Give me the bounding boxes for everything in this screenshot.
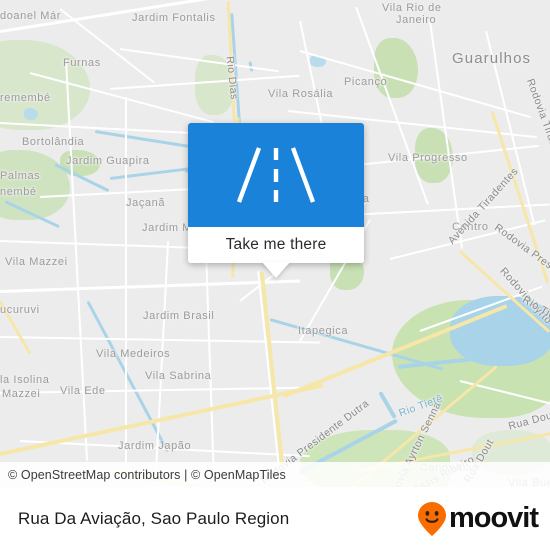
card-pointer-tail xyxy=(262,262,290,278)
map-place-label: remembé xyxy=(0,92,51,104)
take-me-there-button[interactable]: Take me there xyxy=(188,227,364,263)
page-footer: Rua Da Aviação, Sao Paulo Region moovit xyxy=(0,487,550,550)
map-place-label: Vila Rosália xyxy=(268,88,334,100)
map-place-label: Guarulhos xyxy=(452,50,532,67)
map-place-label: Vila Sabrina xyxy=(145,370,212,382)
map-canvas[interactable]: doanel Már Jardim Fontalis Furnas remembé Bo… xyxy=(0,0,550,487)
page-title: Rua Da Aviação, Sao Paulo Region xyxy=(18,508,290,528)
map-place-label: Vila Medeiros xyxy=(96,348,171,360)
map-place-label: Jardim Guapira xyxy=(66,155,150,167)
map-place-label: nembé xyxy=(0,186,37,198)
moovit-pin-icon xyxy=(417,501,446,536)
map-page: doanel Már Jardim Fontalis Furnas remembé Bo… xyxy=(0,0,550,550)
map-place-label: Vila Rio de xyxy=(382,2,442,14)
map-place-label: Furnas xyxy=(63,57,101,69)
map-place-label: la Isolina xyxy=(0,374,50,386)
moovit-logo[interactable]: moovit xyxy=(417,501,539,537)
map-place-label: Jardim Japão xyxy=(118,440,192,452)
map-place-label: Vila Mazzei xyxy=(5,256,68,268)
map-place-label: Jardim Fontalis xyxy=(132,12,216,24)
road-icon xyxy=(236,147,316,203)
map-place-label: Jaçanã xyxy=(126,197,166,209)
map-place-label: Bortolândia xyxy=(22,136,85,148)
map-place-label: doanel Már xyxy=(0,10,62,22)
take-me-there-label: Take me there xyxy=(225,236,327,253)
map-place-label: Jardim M xyxy=(142,222,193,234)
card-image-header xyxy=(188,123,364,227)
map-place-label: Jardim Brasil xyxy=(143,310,215,322)
map-attribution-text[interactable]: © OpenStreetMap contributors | © OpenMap… xyxy=(0,468,286,482)
map-place-label: Picanço xyxy=(344,76,388,88)
map-place-label: Vila Progresso xyxy=(388,152,468,164)
map-place-label: ucuruvi xyxy=(0,304,40,316)
take-me-there-card[interactable]: Take me there xyxy=(188,123,364,278)
moovit-wordmark: moovit xyxy=(448,502,539,534)
map-place-label: Mazzei xyxy=(2,388,41,400)
road xyxy=(125,97,127,467)
map-place-label: Janeiro xyxy=(396,14,437,26)
map-place-label: Vila Ede xyxy=(60,385,106,397)
map-place-label: Itapegica xyxy=(298,325,349,337)
water-body xyxy=(24,108,38,120)
map-place-label: Palmas xyxy=(0,170,41,182)
map-attribution-bar: © OpenStreetMap contributors | © OpenMap… xyxy=(0,462,550,487)
